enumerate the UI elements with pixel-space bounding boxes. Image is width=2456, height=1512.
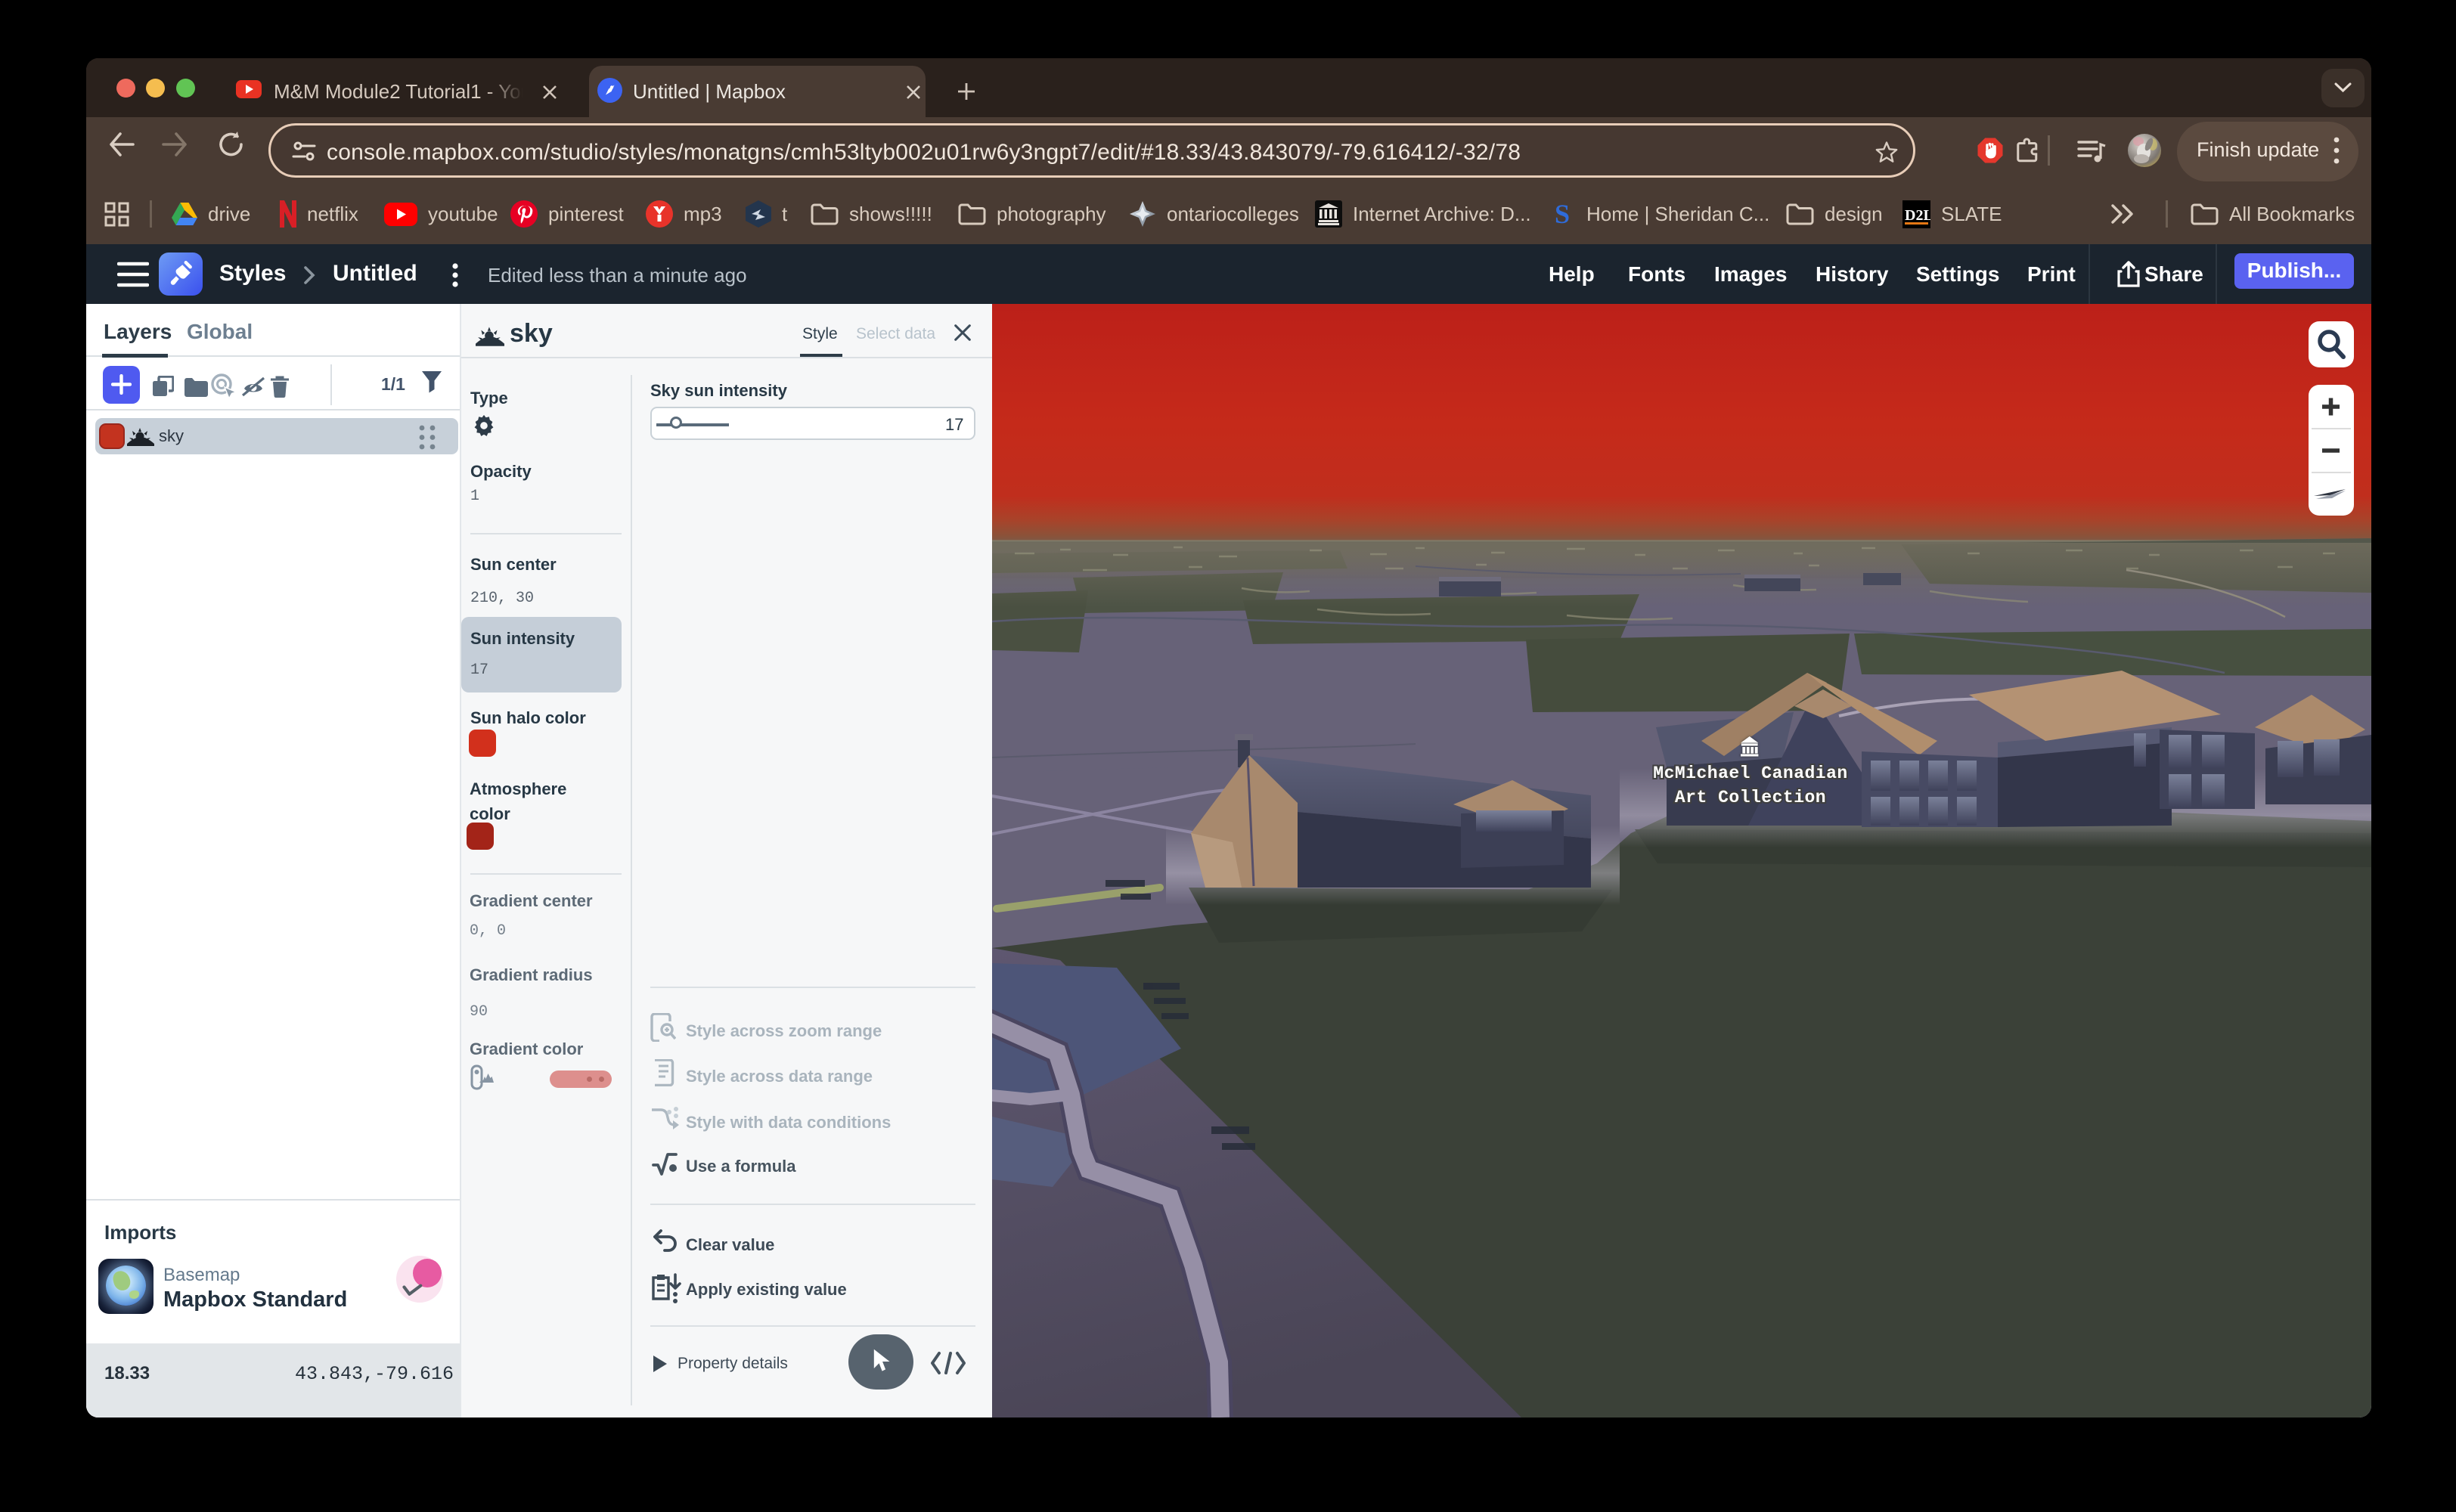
svg-text:D2L: D2L	[1905, 207, 1930, 224]
svg-text:McMichael Canadian: McMichael Canadian	[1653, 764, 1847, 783]
svg-text:S: S	[1555, 200, 1570, 228]
svg-text:Art Collection: Art Collection	[1675, 788, 1826, 807]
